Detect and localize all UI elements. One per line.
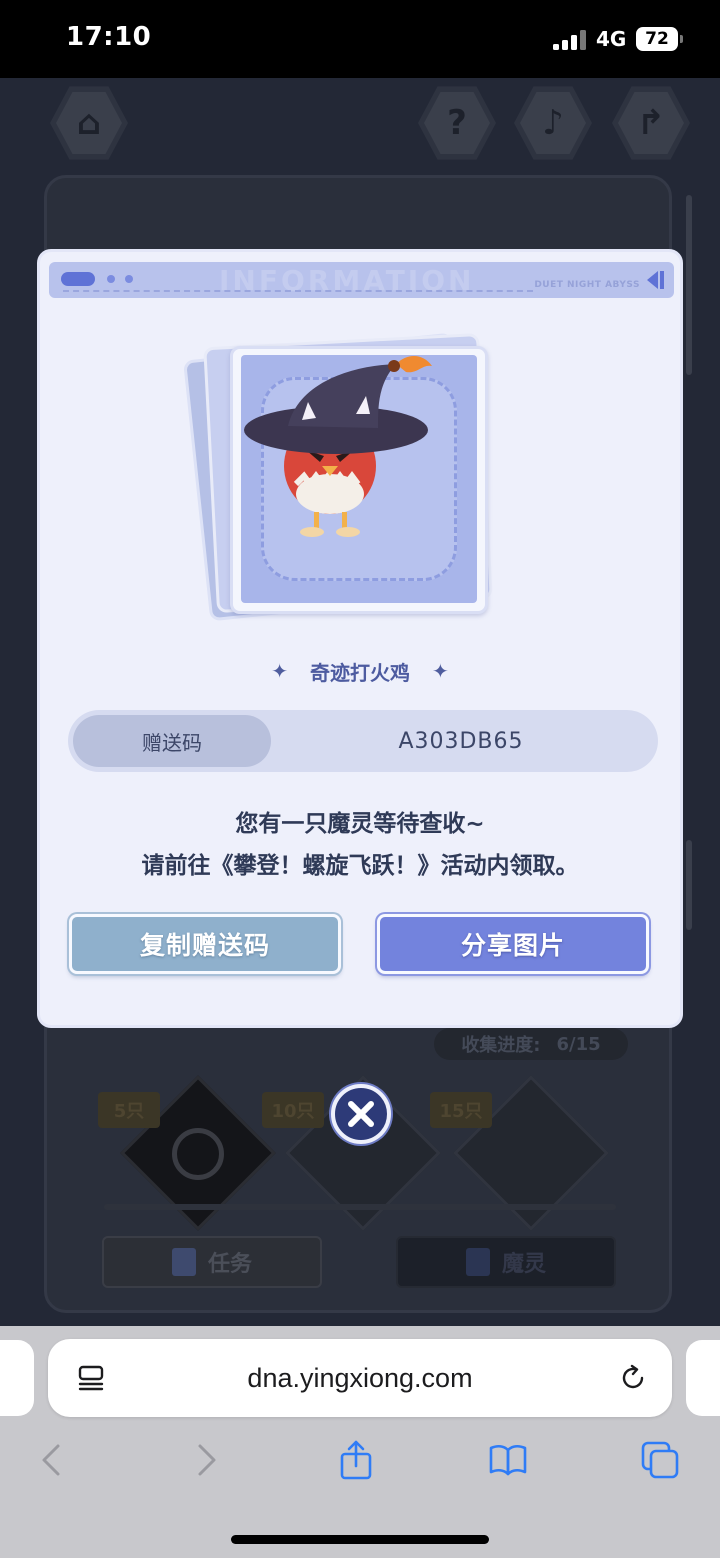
message-line-2: 请前往《攀登！螺旋飞跃！》活动内领取。: [141, 853, 579, 879]
tab-task[interactable]: 任务: [102, 1236, 322, 1288]
network-type: 4G: [596, 27, 627, 51]
music-note-icon: ♪: [542, 103, 564, 143]
address-bar[interactable]: dna.yingxiong.com: [48, 1339, 672, 1417]
copy-code-button[interactable]: 复制赠送码: [69, 914, 341, 974]
chevron-left-icon[interactable]: [32, 1440, 72, 1480]
spirit-name-row: ✦ 奇迹打火鸡 ✦: [40, 654, 680, 688]
book-icon[interactable]: [488, 1440, 528, 1480]
progress-value: 6/15: [556, 1033, 601, 1055]
gift-code-field[interactable]: 赠送码 A303DB65: [68, 710, 658, 772]
status-bar: 17:10 4G 72: [0, 0, 720, 78]
tab-task-label: 任务: [207, 1252, 252, 1277]
share-arrow-icon: ↱: [636, 103, 666, 143]
header-divider: [63, 290, 533, 292]
message-line-1: 您有一只魔灵等待查收~: [235, 811, 485, 837]
gift-code-value[interactable]: A303DB65: [271, 710, 651, 772]
spirit-name: 奇迹打火鸡: [310, 660, 410, 685]
header-dot: [107, 275, 115, 283]
tab-spirit-label: 魔灵: [501, 1252, 546, 1277]
chevron-right-icon[interactable]: [186, 1440, 226, 1480]
battery-icon: 72: [636, 27, 683, 51]
header-watermark: INFORMATION: [219, 264, 475, 297]
tab-spirit[interactable]: 魔灵: [396, 1236, 616, 1288]
collection-progress: 收集进度: 6/15: [434, 1028, 628, 1060]
next-tab-preview[interactable]: [686, 1340, 720, 1416]
sparkle-icon: ✦: [271, 659, 288, 683]
reward-tag-2: 10只: [262, 1092, 324, 1128]
sparkle-icon: ✦: [432, 659, 449, 683]
spirit-card: [183, 326, 518, 626]
reward-tag-3: 15只: [430, 1092, 492, 1128]
question-icon: ?: [447, 103, 467, 143]
browser-chrome: dna.yingxiong.com: [0, 1326, 720, 1558]
close-icon: [348, 1101, 374, 1127]
reward-track: [104, 1204, 616, 1210]
folder-icon: [465, 1248, 490, 1276]
task-icon: [171, 1248, 196, 1276]
tabs-icon[interactable]: [640, 1440, 680, 1480]
gift-code-modal: INFORMATION DUET NIGHT ABYSS ✦ 奇迹打火鸡 ✦ 赠…: [37, 249, 683, 1028]
header-arrow-icon: [647, 271, 664, 289]
modal-header: INFORMATION DUET NIGHT ABYSS: [49, 262, 674, 298]
close-button[interactable]: [331, 1084, 391, 1144]
gift-code-label: 赠送码: [73, 715, 271, 767]
header-brand: DUET NIGHT ABYSS: [534, 280, 640, 290]
share-icon[interactable]: [336, 1440, 376, 1480]
previous-tab-preview[interactable]: [0, 1340, 34, 1416]
status-time: 17:10: [66, 22, 152, 52]
scrollbar-lower: [686, 840, 692, 930]
url-text[interactable]: dna.yingxiong.com: [48, 1339, 672, 1417]
check-icon: [172, 1128, 224, 1180]
header-pill: [61, 272, 95, 286]
reload-icon[interactable]: [618, 1363, 648, 1393]
home-indicator[interactable]: [231, 1535, 489, 1544]
scrollbar[interactable]: [686, 195, 692, 375]
progress-label: 收集进度:: [461, 1035, 541, 1056]
fire-chicken-character-image: [244, 355, 432, 537]
home-icon: ⌂: [76, 103, 102, 143]
signal-icon: [553, 30, 587, 50]
share-image-button[interactable]: 分享图片: [377, 914, 649, 974]
reward-tag-1: 5只: [98, 1092, 160, 1128]
header-dot: [125, 275, 133, 283]
